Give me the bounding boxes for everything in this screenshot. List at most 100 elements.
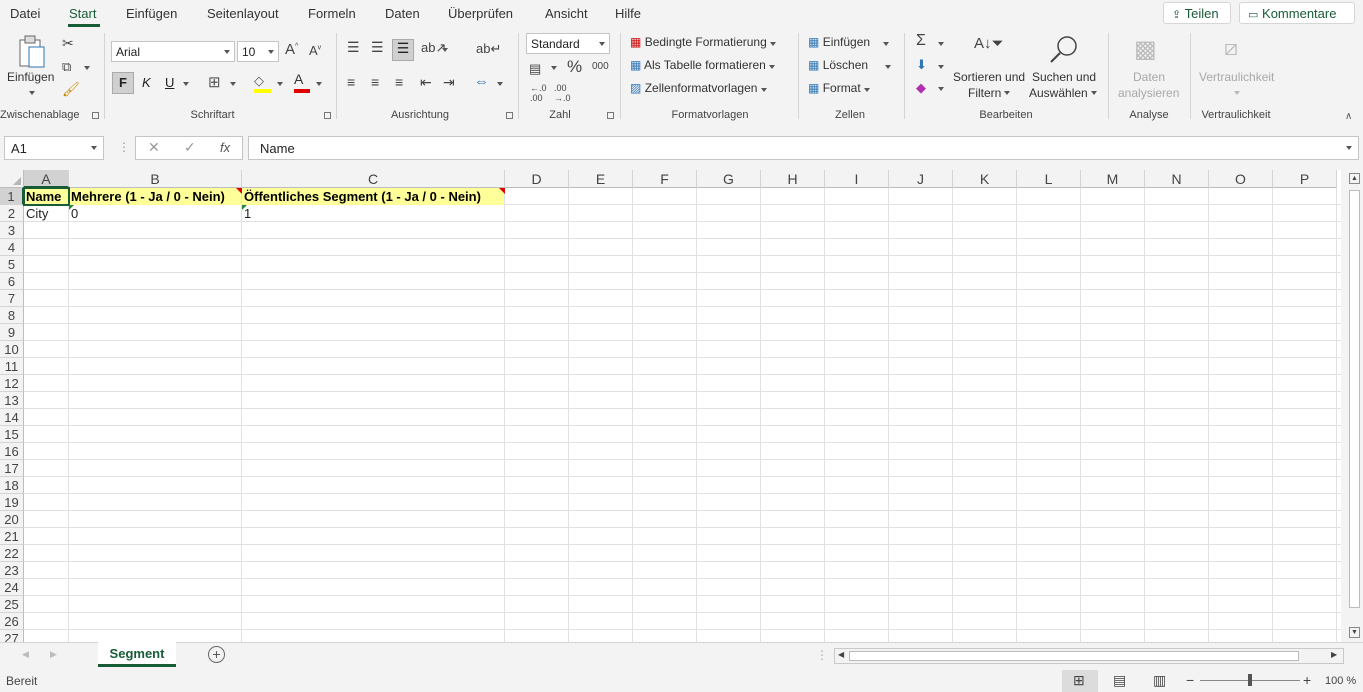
- dialog-launcher-icon[interactable]: [92, 112, 99, 119]
- cell-c2[interactable]: 1: [242, 205, 504, 222]
- increase-decimal-icon[interactable]: ←.0.00: [530, 83, 547, 103]
- comment-indicator-icon[interactable]: [499, 188, 505, 194]
- row-header-12[interactable]: 12: [0, 375, 24, 392]
- column-header-h[interactable]: H: [761, 170, 825, 188]
- zoom-level[interactable]: 100 %: [1325, 675, 1356, 687]
- tab-data[interactable]: Daten: [385, 6, 420, 21]
- cell-a2[interactable]: City: [24, 205, 68, 222]
- dialog-launcher-icon[interactable]: [607, 112, 614, 119]
- row-header-26[interactable]: 26: [0, 613, 24, 630]
- row-header-24[interactable]: 24: [0, 579, 24, 596]
- format-as-table-button[interactable]: ▦ Als Tabelle formatieren: [630, 58, 786, 76]
- tab-help[interactable]: Hilfe: [615, 6, 641, 21]
- decrease-decimal-icon[interactable]: .00 →.0: [554, 83, 571, 103]
- column-header-c[interactable]: C: [242, 170, 505, 188]
- row-header-25[interactable]: 25: [0, 596, 24, 613]
- row-header-3[interactable]: 3: [0, 222, 24, 239]
- dialog-launcher-icon[interactable]: [506, 112, 513, 119]
- conditional-formatting-button[interactable]: ▦ Bedingte Formatierung: [630, 35, 786, 53]
- row-header-10[interactable]: 10: [0, 341, 24, 358]
- zoom-in-icon[interactable]: +: [1303, 672, 1311, 688]
- cell-b1[interactable]: Mehrere (1 - Ja / 0 - Nein): [69, 188, 241, 205]
- row-header-9[interactable]: 9: [0, 324, 24, 341]
- row-header-1[interactable]: 1: [0, 188, 24, 205]
- tab-formulas[interactable]: Formeln: [308, 6, 356, 21]
- insert-cells-button[interactable]: ▦ Einfügen: [808, 35, 894, 53]
- worksheet-grid[interactable]: A B C D E F G H I J K L M N O P 1 2 3 4 5 6 7 8 9 10 11 12 13 14 15 16 1…: [0, 170, 1341, 642]
- tab-file[interactable]: Datei: [10, 6, 40, 21]
- formula-input[interactable]: Name: [248, 136, 1359, 160]
- column-header-j[interactable]: J: [889, 170, 953, 188]
- tab-page-layout[interactable]: Seitenlayout: [207, 6, 279, 21]
- zoom-out-icon[interactable]: −: [1186, 672, 1194, 688]
- align-bottom-icon[interactable]: ☰: [392, 39, 414, 61]
- fill-icon[interactable]: ⬇: [916, 57, 927, 73]
- align-right-icon[interactable]: ≡: [395, 74, 403, 90]
- row-header-7[interactable]: 7: [0, 290, 24, 307]
- tab-home[interactable]: Start: [69, 6, 96, 21]
- column-header-k[interactable]: K: [953, 170, 1017, 188]
- name-box[interactable]: A1: [4, 136, 104, 160]
- number-format-combo[interactable]: Standard: [526, 33, 610, 54]
- column-header-i[interactable]: I: [825, 170, 889, 188]
- borders-icon[interactable]: ⊞: [208, 73, 221, 91]
- tab-review[interactable]: Überprüfen: [448, 6, 513, 21]
- prev-sheet-icon[interactable]: ◀: [22, 649, 29, 660]
- wrap-text-icon[interactable]: ab↵: [476, 41, 501, 57]
- copy-icon[interactable]: ⧉: [62, 59, 71, 75]
- comment-indicator-icon[interactable]: [236, 188, 242, 194]
- decrease-font-icon[interactable]: Av: [309, 43, 321, 58]
- scroll-down-icon[interactable]: ▼: [1349, 627, 1360, 638]
- row-header-20[interactable]: 20: [0, 511, 24, 528]
- row-header-15[interactable]: 15: [0, 426, 24, 443]
- column-header-p[interactable]: P: [1273, 170, 1337, 188]
- column-header-o[interactable]: O: [1209, 170, 1273, 188]
- horizontal-scrollbar[interactable]: ◀ ▶: [834, 648, 1344, 664]
- page-break-view-icon[interactable]: ▥: [1153, 672, 1166, 689]
- row-header-14[interactable]: 14: [0, 409, 24, 426]
- align-center-icon[interactable]: ≡: [371, 74, 379, 90]
- analyze-data-button[interactable]: ▩ Daten analysieren: [1115, 33, 1183, 103]
- percent-button[interactable]: %: [567, 57, 582, 77]
- decrease-indent-icon[interactable]: ⇤: [420, 74, 432, 91]
- collapse-ribbon-icon[interactable]: ∧: [1345, 111, 1352, 122]
- zoom-slider-handle[interactable]: [1248, 674, 1252, 686]
- vertical-scrollbar[interactable]: ▲ ▼: [1346, 170, 1363, 642]
- scroll-up-icon[interactable]: ▲: [1349, 173, 1360, 184]
- cancel-icon[interactable]: ✕: [148, 139, 160, 156]
- increase-font-icon[interactable]: A^: [285, 41, 298, 58]
- delete-cells-button[interactable]: ▦ Löschen: [808, 58, 894, 76]
- align-middle-icon[interactable]: ☰: [371, 39, 384, 56]
- format-cells-button[interactable]: ▦ Format: [808, 81, 894, 99]
- find-select-button[interactable]: Suchen und Auswählen: [1027, 33, 1101, 103]
- row-header-17[interactable]: 17: [0, 460, 24, 477]
- column-header-b[interactable]: B: [69, 170, 242, 188]
- column-header-m[interactable]: M: [1081, 170, 1145, 188]
- row-header-11[interactable]: 11: [0, 358, 24, 375]
- sensitivity-button[interactable]: ⧄ Vertraulichkeit: [1196, 33, 1278, 103]
- cut-icon[interactable]: ✂: [62, 35, 74, 52]
- tab-insert[interactable]: Einfügen: [126, 6, 177, 21]
- insert-function-icon[interactable]: fx: [220, 140, 230, 155]
- column-header-d[interactable]: D: [505, 170, 569, 188]
- dialog-launcher-icon[interactable]: [324, 112, 331, 119]
- column-header-e[interactable]: E: [569, 170, 633, 188]
- comments-button[interactable]: ▭ Kommentare: [1239, 2, 1355, 24]
- row-header-13[interactable]: 13: [0, 392, 24, 409]
- column-header-f[interactable]: F: [633, 170, 697, 188]
- sort-filter-button[interactable]: A↓⏷ Sortieren und Filtern: [950, 33, 1026, 103]
- row-header-23[interactable]: 23: [0, 562, 24, 579]
- clear-icon[interactable]: ◆: [916, 80, 926, 96]
- underline-button[interactable]: U: [165, 75, 174, 90]
- merge-center-icon[interactable]: ⇔: [474, 73, 489, 90]
- column-header-l[interactable]: L: [1017, 170, 1081, 188]
- bold-button[interactable]: F: [112, 72, 134, 94]
- row-header-4[interactable]: 4: [0, 239, 24, 256]
- next-sheet-icon[interactable]: ▶: [50, 649, 57, 660]
- cell-styles-button[interactable]: ▨ Zellenformatvorlagen: [630, 81, 786, 99]
- tab-view[interactable]: Ansicht: [545, 6, 588, 21]
- cell-c1[interactable]: Öffentliches Segment (1 - Ja / 0 - Nein): [242, 188, 504, 205]
- scroll-left-icon[interactable]: ◀: [838, 650, 844, 659]
- row-header-5[interactable]: 5: [0, 256, 24, 273]
- increase-indent-icon[interactable]: ⇥: [443, 74, 455, 91]
